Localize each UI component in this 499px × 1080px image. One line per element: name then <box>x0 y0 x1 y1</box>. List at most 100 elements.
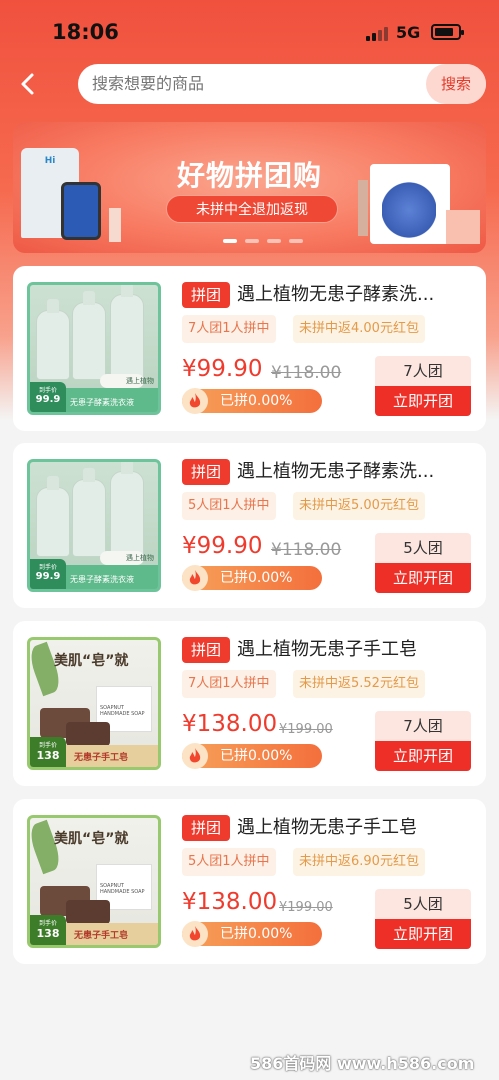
refund-chip: 未拼中返4.00元红包 <box>293 315 425 343</box>
refund-chip: 未拼中返5.52元红包 <box>293 670 425 698</box>
bottle-graphic <box>72 291 106 380</box>
soap-bar-graphic <box>66 722 110 746</box>
original-price: ¥118.00 <box>271 363 342 383</box>
group-size-label: 5人团 <box>375 889 471 919</box>
banner-dot[interactable] <box>245 239 259 243</box>
product-card[interactable]: 美肌“皂”就 SOAPNUT HANDMADE SOAP 到手价 138 无患子… <box>13 621 486 786</box>
image-price: 99.9 <box>35 571 61 582</box>
banner-product-giftbox <box>370 164 450 244</box>
original-price: ¥118.00 <box>271 540 342 560</box>
product-card[interactable]: 遇上植物 到手价 99.9 无患子酵素洗衣液 拼团 遇上植物无患子酵素洗... … <box>13 443 486 608</box>
status-bar: 18:06 5G <box>0 0 499 60</box>
back-button[interactable] <box>12 66 46 102</box>
image-price-tag: 到手价 138 <box>30 915 66 945</box>
banner-dot[interactable] <box>289 239 303 243</box>
banner-giftbox-art <box>382 182 436 238</box>
banner-subtitle: 未拼中全退加返现 <box>166 195 338 223</box>
image-headline: 美肌“皂”就 <box>54 653 129 669</box>
product-image[interactable]: 美肌“皂”就 SOAPNUT HANDMADE SOAP 到手价 138 无患子… <box>27 637 161 770</box>
original-price: ¥199.00 <box>279 900 333 915</box>
group-progress: 已拼0.00% <box>182 743 322 769</box>
start-group-button[interactable]: 立即开团 <box>375 386 471 416</box>
product-card[interactable]: 美肌“皂”就 SOAPNUT HANDMADE SOAP 到手价 138 无患子… <box>13 799 486 964</box>
fire-icon <box>182 565 208 591</box>
image-caption: 无患子酵素洗衣液 <box>70 398 134 407</box>
product-title[interactable]: 遇上植物无患子手工皂 <box>237 635 477 665</box>
soap-box-label: SOAPNUT HANDMADE SOAP <box>100 883 145 895</box>
progress-text: 已拼0.00% <box>220 748 293 764</box>
group-progress: 已拼0.00% <box>182 565 322 591</box>
network-label: 5G <box>396 23 421 42</box>
refund-chip: 未拼中返6.90元红包 <box>293 848 425 876</box>
refund-chip: 未拼中返5.00元红包 <box>293 492 425 520</box>
fire-icon <box>182 921 208 947</box>
image-price: 99.9 <box>35 394 61 405</box>
group-progress: 已拼0.00% <box>182 388 322 414</box>
group-size-label: 5人团 <box>375 533 471 563</box>
product-price: ¥99.90 <box>182 533 263 559</box>
product-image[interactable]: 遇上植物 到手价 99.9 无患子酵素洗衣液 <box>27 282 161 415</box>
product-image[interactable]: 遇上植物 到手价 99.9 无患子酵素洗衣液 <box>27 459 161 592</box>
banner-candle <box>109 208 121 242</box>
image-price: 138 <box>36 749 60 762</box>
image-price-label: 到手价 <box>38 920 57 927</box>
progress-text: 已拼0.00% <box>220 570 293 586</box>
image-price: 138 <box>36 927 60 940</box>
soap-bar-graphic <box>66 900 110 924</box>
progress-text: 已拼0.00% <box>220 393 293 409</box>
image-caption: 无患子手工皂 <box>74 753 129 763</box>
site-watermark: 586首码网 www.h586.com <box>250 1054 475 1073</box>
chevron-left-icon <box>21 73 34 95</box>
image-caption: 无患子酵素洗衣液 <box>70 575 134 584</box>
banner-pagination <box>223 239 303 245</box>
product-title[interactable]: 遇上植物无患子酵素洗... <box>237 457 477 487</box>
image-price-label: 到手价 <box>38 564 57 571</box>
product-price: ¥99.90 <box>182 356 263 382</box>
group-progress: 已拼0.00% <box>182 921 322 947</box>
group-size-label: 7人团 <box>375 356 471 386</box>
start-group-button[interactable]: 立即开团 <box>375 563 471 593</box>
image-price-tag: 到手价 138 <box>30 737 66 767</box>
image-price-label: 到手价 <box>38 387 57 394</box>
group-rule-chip: 5人团1人拼中 <box>182 492 276 520</box>
banner-dot[interactable] <box>223 239 237 243</box>
banner-dot[interactable] <box>267 239 281 243</box>
banner-product-cube <box>446 210 480 244</box>
group-buy-tag: 拼团 <box>182 815 230 841</box>
group-buy-tag: 拼团 <box>182 637 230 663</box>
image-brand: 遇上植物 <box>126 554 154 562</box>
start-group-button[interactable]: 立即开团 <box>375 741 471 771</box>
image-price-label: 到手价 <box>38 742 57 749</box>
product-card[interactable]: 遇上植物 到手价 99.9 无患子酵素洗衣液 拼团 遇上植物无患子酵素洗... … <box>13 266 486 431</box>
progress-text: 已拼0.00% <box>220 926 293 942</box>
promo-banner[interactable]: Hi 好物拼团购 未拼中全退加返现 <box>13 122 486 253</box>
status-time: 18:06 <box>52 20 119 44</box>
original-price: ¥199.00 <box>279 722 333 737</box>
search-button[interactable]: 搜索 <box>426 64 486 104</box>
image-brand: 遇上植物 <box>126 377 154 385</box>
search-input[interactable] <box>92 64 412 104</box>
start-group-button[interactable]: 立即开团 <box>375 919 471 949</box>
group-rule-chip: 5人团1人拼中 <box>182 848 276 876</box>
search-bar: 搜索 <box>78 64 486 104</box>
image-caption: 无患子手工皂 <box>74 931 129 941</box>
bottle-graphic <box>36 476 70 557</box>
group-size-label: 7人团 <box>375 711 471 741</box>
fire-icon <box>182 388 208 414</box>
signal-icon <box>366 25 388 41</box>
group-buy-tag: 拼团 <box>182 459 230 485</box>
bottle-graphic <box>110 462 144 557</box>
product-title[interactable]: 遇上植物无患子手工皂 <box>237 813 477 843</box>
image-price-tag: 到手价 99.9 <box>30 559 66 589</box>
product-image[interactable]: 美肌“皂”就 SOAPNUT HANDMADE SOAP 到手价 138 无患子… <box>27 815 161 948</box>
battery-icon <box>431 24 464 40</box>
bottle-graphic <box>36 299 70 380</box>
group-buy-tag: 拼团 <box>182 282 230 308</box>
product-title[interactable]: 遇上植物无患子酵素洗... <box>237 280 477 310</box>
group-rule-chip: 7人团1人拼中 <box>182 670 276 698</box>
image-headline: 美肌“皂”就 <box>54 831 129 847</box>
group-rule-chip: 7人团1人拼中 <box>182 315 276 343</box>
product-price: ¥138.00 <box>182 711 278 737</box>
bottle-graphic <box>72 468 106 557</box>
fire-icon <box>182 743 208 769</box>
